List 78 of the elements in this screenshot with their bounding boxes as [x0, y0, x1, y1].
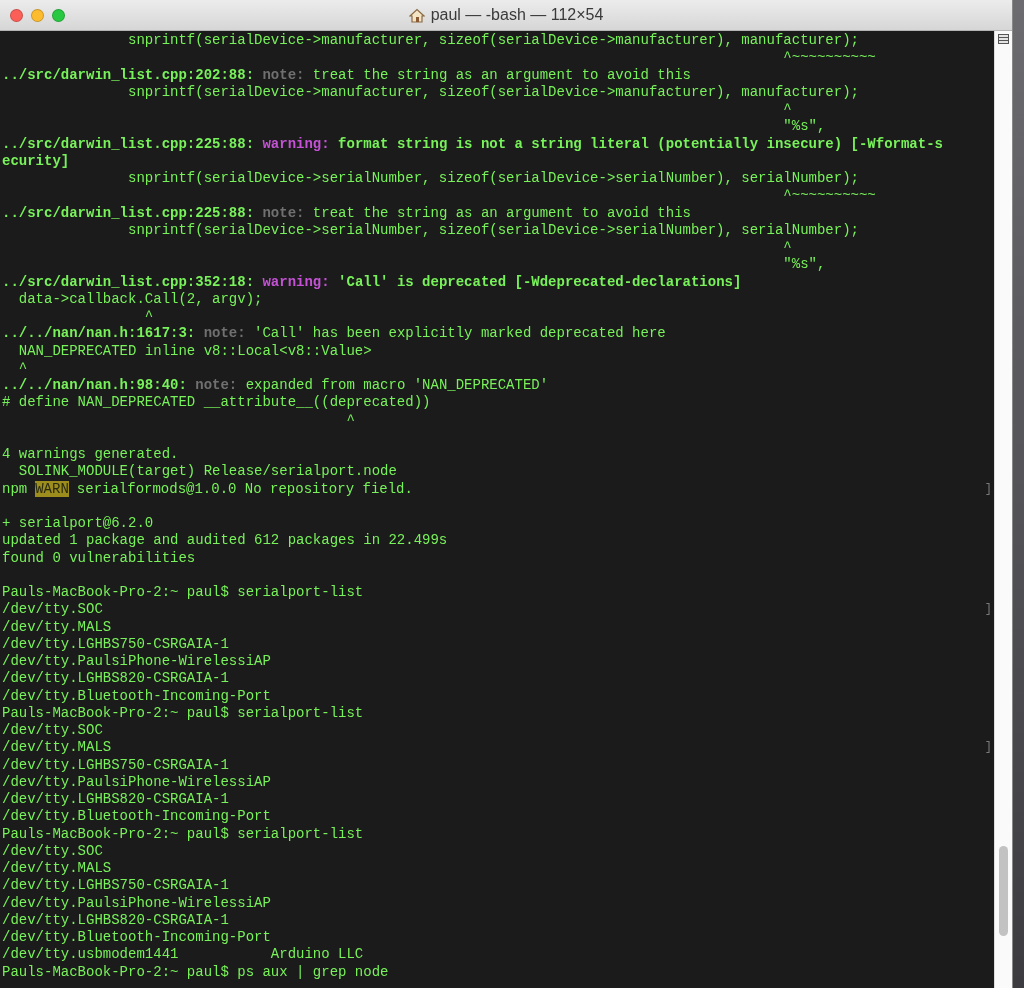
note-label: note: [261, 66, 305, 84]
terminal-line: "%s", [782, 118, 826, 136]
file-path: ../../nan/nan.h:1617:3: [2, 325, 196, 343]
terminal-line: 4 warnings generated. [2, 446, 179, 464]
scrollbar[interactable] [994, 31, 1012, 988]
note-label: note: [194, 377, 238, 395]
warning-label: warning: [261, 135, 330, 153]
terminal-line: ^ [345, 411, 355, 429]
scrollbar-thumb[interactable] [999, 846, 1008, 936]
note-label: note: [261, 204, 305, 222]
warning-label: warning: [261, 273, 330, 291]
terminal-line: /dev/tty.MALS [2, 739, 112, 757]
note-label: note: [202, 325, 246, 343]
terminal-line: NAN_DEPRECATED inline v8::Local<v8::Value> [17, 342, 372, 360]
file-path: ../src/darwin_list.cpp:352:18: [2, 273, 255, 291]
terminal-line: Pauls-MacBook-Pro-2:~ paul$ serialport-list [2, 584, 364, 602]
terminal-line: ^ [782, 101, 792, 119]
terminal-line: ecurity] [2, 152, 70, 170]
split-pane-icon[interactable] [998, 34, 1009, 44]
terminal-text: treat the string as an argument to avoid this [311, 66, 691, 84]
terminal-line: snprintf(serialDevice->serialNumber, sizeof(serialDevice->serialNumber), serialNumber); [127, 221, 859, 239]
terminal-line: /dev/tty.Bluetooth-Incoming-Port [2, 687, 271, 705]
file-path: ../src/darwin_list.cpp:202:88: [2, 66, 255, 84]
terminal-text: serialformods@1.0.0 No repository field. [76, 480, 413, 498]
terminal-line: snprintf(serialDevice->manufacturer, sizeof(serialDevice->manufacturer), manufacturer); [127, 83, 859, 101]
terminal-line: /dev/tty.SOC [2, 601, 103, 619]
terminal-line: /dev/tty.LGHBS750-CSRGAIA-1 [2, 756, 229, 774]
terminal-line: updated 1 package and audited 612 packages in 22.499s [2, 532, 448, 550]
terminal-line: /dev/tty.LGHBS820-CSRGAIA-1 [2, 670, 229, 688]
house-icon [408, 7, 425, 23]
terminal-line: /dev/tty.LGHBS750-CSRGAIA-1 [2, 635, 229, 653]
terminal-text: 'Call' has been explicitly marked deprecated here [253, 325, 666, 343]
terminal-line: # define NAN_DEPRECATED __attribute__((deprecated)) [2, 394, 431, 412]
terminal-line: /dev/tty.PaulsiPhone-WirelessiAP [2, 773, 271, 791]
terminal-text: /dev/tty.usbmodem1441 [2, 946, 179, 964]
terminal-text: Arduino LLC [270, 946, 364, 964]
message-text: format string is not a string literal (potentially insecure) [-Wformat-s [337, 135, 943, 153]
terminal-text: expanded from macro 'NAN_DEPRECATED' [244, 377, 549, 395]
minimize-button[interactable] [31, 8, 44, 22]
terminal-line: ^ [143, 308, 154, 326]
zoom-button[interactable] [52, 8, 65, 22]
terminal-line: ^ [17, 359, 28, 377]
terminal-line: /dev/tty.MALS [2, 618, 112, 636]
terminal-line: /dev/tty.Bluetooth-Incoming-Port [2, 808, 271, 826]
terminal-line: /dev/tty.MALS [2, 860, 112, 878]
terminal-line: Pauls-MacBook-Pro-2:~ paul$ ps aux | grep node [2, 963, 389, 981]
terminal-line: + serialport@6.2.0 [2, 515, 154, 533]
terminal-line: /dev/tty.PaulsiPhone-WirelessiAP [2, 653, 271, 671]
terminal-line: /dev/tty.LGHBS750-CSRGAIA-1 [2, 877, 229, 895]
message-text: 'Call' is deprecated [-Wdeprecated-declarations] [337, 273, 742, 291]
terminal-line: snprintf(serialDevice->serialNumber, sizeof(serialDevice->serialNumber), serialNumber); [127, 170, 859, 188]
terminal-line: data->callback.Call(2, argv); [17, 290, 263, 308]
terminal-line: /dev/tty.SOC [2, 842, 103, 860]
file-path: ../src/darwin_list.cpp:225:88: [2, 135, 255, 153]
terminal-line: /dev/tty.LGHBS820-CSRGAIA-1 [2, 791, 229, 809]
terminal-line: Pauls-MacBook-Pro-2:~ paul$ serialport-list [2, 704, 364, 722]
edge-mark: ] [984, 601, 992, 619]
terminal-line: /dev/tty.PaulsiPhone-WirelessiAP [2, 894, 271, 912]
file-path: ../src/darwin_list.cpp:225:88: [2, 204, 255, 222]
edge-mark: ] [984, 480, 992, 498]
terminal-line: Pauls-MacBook-Pro-2:~ paul$ serialport-list [2, 825, 364, 843]
terminal-line: ^~~~~~~~~~~ [782, 187, 876, 205]
window-title: paul — -bash — 112×54 [430, 6, 604, 24]
terminal-line: /dev/tty.SOC [2, 722, 103, 740]
terminal-line: /dev/tty.Bluetooth-Incoming-Port [2, 929, 271, 947]
terminal-line: /dev/tty.LGHBS820-CSRGAIA-1 [2, 911, 229, 929]
terminal-line: SOLINK_MODULE(target) Release/serialport.node [17, 463, 397, 481]
edge-mark: ] [984, 739, 992, 757]
terminal-text: npm [2, 480, 28, 498]
terminal-line: ^~~~~~~~~~~ [782, 49, 876, 67]
terminal-line: found 0 vulnerabilities [2, 549, 196, 567]
terminal-line: "%s", [782, 256, 826, 274]
warn-badge: WARN [35, 481, 69, 498]
terminal-text: treat the string as an argument to avoid this [311, 204, 691, 222]
terminal-line: ^ [782, 239, 792, 257]
terminal-line: snprintf(serialDevice->manufacturer, sizeof(serialDevice->manufacturer), manufacturer); [127, 32, 859, 50]
file-path: ../../nan/nan.h:98:40: [2, 377, 187, 395]
close-button[interactable] [10, 8, 23, 22]
